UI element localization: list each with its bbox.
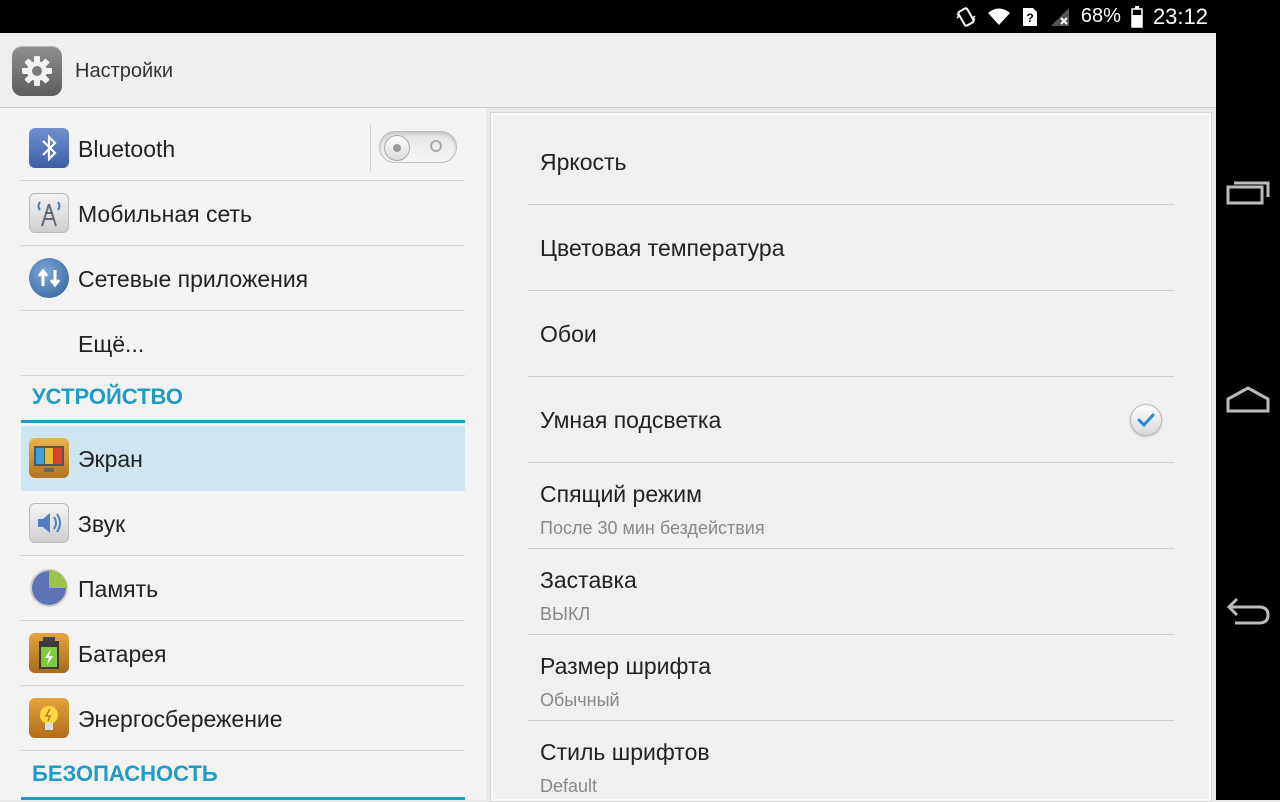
- sim-unknown-icon: ?: [1021, 6, 1039, 28]
- setting-title: Умная подсветка: [540, 407, 722, 433]
- setting-title: Размер шрифта: [540, 653, 712, 679]
- sidebar-item-label: Сетевые приложения: [78, 266, 309, 292]
- status-icons: ? 68% 23:12: [955, 0, 1208, 33]
- section-header-security: БЕЗОПАСНОСТЬ: [21, 753, 465, 800]
- setting-font-size[interactable]: Размер шрифта Обычный: [528, 635, 1174, 721]
- app-title: Настройки: [75, 60, 174, 82]
- sidebar-item-power-saving[interactable]: Энергосбережение: [21, 686, 465, 751]
- section-header-device: УСТРОЙСТВО: [21, 376, 465, 423]
- sidebar-item-bluetooth[interactable]: Bluetooth: [21, 116, 465, 181]
- settings-gear-icon[interactable]: [12, 46, 62, 96]
- toggle-off-icon: [430, 140, 442, 152]
- home-button[interactable]: [1224, 380, 1272, 420]
- checkmark-icon: [1137, 413, 1155, 428]
- navigation-bar: [1216, 0, 1280, 800]
- network-apps-icon: [29, 258, 69, 298]
- sidebar-item-label: Батарея: [78, 641, 167, 667]
- action-bar: Настройки: [0, 33, 1216, 108]
- power-saving-icon: [29, 698, 69, 738]
- sidebar-item-more[interactable]: Ещё...: [21, 311, 465, 376]
- sidebar-item-battery[interactable]: Батарея: [21, 621, 465, 686]
- setting-title: Спящий режим: [540, 481, 702, 507]
- sidebar-item-label: Bluetooth: [78, 136, 176, 162]
- setting-summary: Обычный: [540, 690, 620, 710]
- sidebar-item-label: Ещё...: [78, 331, 145, 357]
- status-bar: ? 68% 23:12: [0, 0, 1216, 33]
- sidebar-item-network-apps[interactable]: Сетевые приложения: [21, 246, 465, 311]
- display-settings-panel: Яркость Цветовая температура Обои Умная …: [490, 112, 1212, 802]
- divider: [370, 124, 371, 172]
- setting-screensaver[interactable]: Заставка ВЫКЛ: [528, 549, 1174, 635]
- mobile-network-icon: [29, 193, 69, 233]
- setting-title: Цветовая температура: [540, 235, 785, 261]
- sidebar-item-display[interactable]: Экран: [21, 426, 465, 491]
- home-icon: [1226, 386, 1270, 413]
- bluetooth-toggle[interactable]: [379, 131, 457, 163]
- back-icon: [1226, 597, 1270, 625]
- svg-text:?: ?: [1026, 11, 1033, 25]
- sidebar-item-label: Энергосбережение: [78, 706, 283, 732]
- setting-summary: После 30 мин бездействия: [540, 518, 765, 538]
- no-signal-icon: [1049, 6, 1071, 28]
- setting-wallpaper[interactable]: Обои: [528, 291, 1174, 377]
- bluetooth-icon: [29, 128, 69, 168]
- sidebar-item-sound[interactable]: Звук: [21, 491, 465, 556]
- sidebar-item-label: Звук: [78, 511, 126, 537]
- sidebar-item-label: Мобильная сеть: [78, 201, 253, 227]
- setting-title: Стиль шрифтов: [540, 739, 710, 765]
- setting-color-temperature[interactable]: Цветовая температура: [528, 205, 1174, 291]
- setting-brightness[interactable]: Яркость: [528, 119, 1174, 205]
- settings-categories-list: Bluetooth Мобильная сеть Сетевые приложе…: [0, 108, 486, 800]
- setting-font-style[interactable]: Стиль шрифтов Default: [528, 721, 1174, 801]
- sidebar-item-mobile-network[interactable]: Мобильная сеть: [21, 181, 465, 246]
- setting-smart-backlight[interactable]: Умная подсветка: [528, 377, 1174, 463]
- setting-summary: Default: [540, 776, 598, 796]
- battery-settings-icon: [29, 633, 69, 673]
- setting-summary: ВЫКЛ: [540, 604, 591, 624]
- sidebar-item-storage[interactable]: Память: [21, 556, 465, 621]
- vibrate-icon: [955, 6, 977, 28]
- recent-apps-button[interactable]: [1224, 172, 1272, 212]
- sound-icon: [29, 503, 69, 543]
- toggle-knob: [384, 135, 410, 161]
- smart-backlight-checkbox[interactable]: [1130, 404, 1162, 436]
- clock: 23:12: [1152, 3, 1208, 29]
- setting-title: Яркость: [540, 149, 627, 175]
- recent-apps-icon: [1226, 181, 1270, 205]
- setting-title: Обои: [540, 321, 597, 347]
- sidebar-item-label: Память: [78, 576, 159, 602]
- battery-icon: [1131, 5, 1143, 28]
- setting-sleep[interactable]: Спящий режим После 30 мин бездействия: [528, 463, 1174, 549]
- display-icon: [29, 438, 69, 478]
- setting-title: Заставка: [540, 567, 637, 593]
- storage-icon: [29, 568, 69, 608]
- battery-percent: 68%: [1080, 5, 1121, 27]
- back-button[interactable]: [1224, 590, 1272, 630]
- section-title: БЕЗОПАСНОСТЬ: [32, 761, 218, 786]
- section-title: УСТРОЙСТВО: [32, 384, 184, 409]
- sidebar-item-label: Экран: [78, 446, 143, 472]
- wifi-icon: [987, 7, 1011, 27]
